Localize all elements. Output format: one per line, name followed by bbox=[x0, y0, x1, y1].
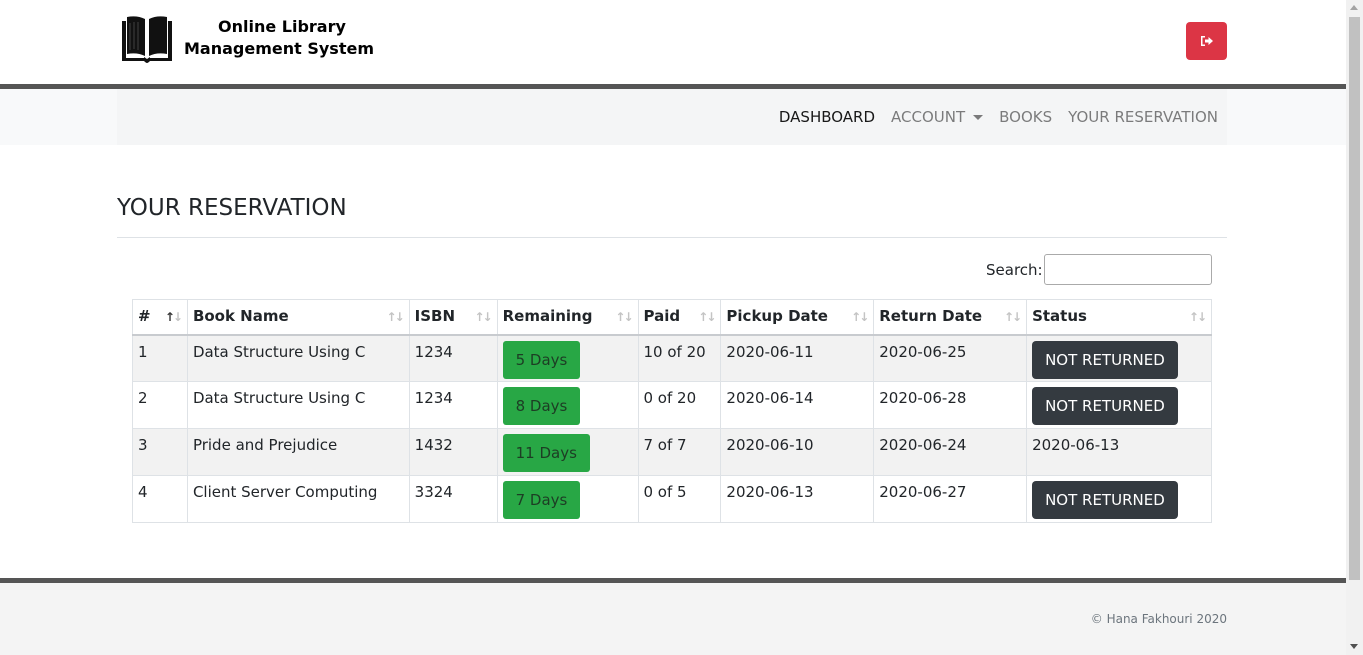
cell-isbn: 3324 bbox=[408, 475, 498, 523]
title-divider bbox=[117, 237, 1227, 238]
cell-number: 4 bbox=[132, 475, 188, 523]
cell-isbn: 1432 bbox=[408, 428, 498, 476]
table-row: 4 Client Server Computing 3324 7 Days 0 … bbox=[132, 475, 1212, 523]
cell-number: 3 bbox=[132, 428, 188, 476]
nav-account-label: ACCOUNT bbox=[891, 108, 966, 126]
brand-line-2: Management System bbox=[184, 39, 374, 58]
cell-paid: 10 of 20 bbox=[637, 334, 722, 382]
cell-pickup-date: 2020-06-11 bbox=[720, 334, 875, 382]
cell-paid: 7 of 7 bbox=[637, 428, 722, 476]
caret-down-icon bbox=[973, 114, 984, 120]
scroll-up-arrow-icon[interactable] bbox=[1350, 5, 1358, 10]
not-returned-button[interactable]: NOT RETURNED bbox=[1032, 387, 1178, 425]
sort-icon: ↑↓ bbox=[698, 310, 716, 324]
cell-pickup-date: 2020-06-13 bbox=[720, 475, 875, 523]
cell-status: NOT RETURNED bbox=[1026, 475, 1212, 523]
nav-your-reservation[interactable]: YOUR RESERVATION bbox=[1068, 108, 1218, 126]
col-header-isbn[interactable]: ISBN ↑↓ bbox=[408, 299, 498, 336]
copyright-text: © Hana Fakhouri 2020 bbox=[1090, 612, 1227, 626]
col-header-status[interactable]: Status ↑↓ bbox=[1026, 299, 1212, 336]
cell-status: NOT RETURNED bbox=[1026, 334, 1212, 382]
col-header-book-name[interactable]: Book Name ↑↓ bbox=[186, 299, 410, 336]
cell-return-date: 2020-06-28 bbox=[873, 381, 1028, 429]
search-label: Search: bbox=[986, 261, 1043, 279]
sort-icon: ↑↓ bbox=[851, 310, 869, 324]
cell-book-name: Data Structure Using C bbox=[186, 334, 410, 382]
col-header-return-date[interactable]: Return Date ↑↓ bbox=[873, 299, 1028, 336]
sign-out-icon bbox=[1200, 36, 1213, 46]
cell-status: 2020-06-13 bbox=[1026, 428, 1212, 476]
brand-title[interactable]: Online Library Management System bbox=[184, 16, 374, 60]
remaining-badge: 5 Days bbox=[502, 340, 581, 379]
nav-menu: DASHBOARD ACCOUNT BOOKS YOUR RESERVATION bbox=[779, 89, 1218, 145]
cell-return-date: 2020-06-25 bbox=[873, 334, 1028, 382]
scrollbar-thumb[interactable] bbox=[1349, 17, 1360, 580]
cell-pickup-date: 2020-06-14 bbox=[720, 381, 875, 429]
logout-button[interactable] bbox=[1186, 22, 1227, 60]
cell-remaining: 11 Days bbox=[496, 428, 639, 476]
cell-status: NOT RETURNED bbox=[1026, 381, 1212, 429]
sort-icon: ↑↓ bbox=[386, 310, 405, 324]
cell-remaining: 5 Days bbox=[496, 334, 639, 382]
sort-icon: ↑↓ bbox=[474, 310, 492, 324]
scroll-down-arrow-icon[interactable] bbox=[1350, 644, 1358, 649]
brand-line-1: Online Library bbox=[218, 17, 346, 36]
col-header-number[interactable]: # ↑↓ bbox=[132, 299, 188, 336]
cell-number: 2 bbox=[132, 381, 188, 429]
table-header-row: # ↑↓ Book Name ↑↓ ISBN ↑↓ Remaining ↑↓ Paid ↑… bbox=[132, 299, 1212, 336]
header: Online Library Management System bbox=[0, 0, 1346, 84]
cell-book-name: Pride and Prejudice bbox=[186, 428, 410, 476]
col-header-pickup-date[interactable]: Pickup Date ↑↓ bbox=[720, 299, 875, 336]
table-row: 1 Data Structure Using C 1234 5 Days 10 … bbox=[132, 334, 1212, 382]
cell-book-name: Client Server Computing bbox=[186, 475, 410, 523]
sort-icon: ↑↓ bbox=[1003, 310, 1022, 324]
nav-account-dropdown[interactable]: ACCOUNT bbox=[891, 108, 984, 126]
cell-return-date: 2020-06-24 bbox=[873, 428, 1028, 476]
table-row: 3 Pride and Prejudice 1432 11 Days 7 of … bbox=[132, 428, 1212, 476]
reservation-table: # ↑↓ Book Name ↑↓ ISBN ↑↓ Remaining ↑↓ Paid ↑… bbox=[132, 299, 1212, 523]
col-header-remaining[interactable]: Remaining ↑↓ bbox=[496, 299, 639, 336]
not-returned-button[interactable]: NOT RETURNED bbox=[1032, 340, 1178, 379]
not-returned-button[interactable]: NOT RETURNED bbox=[1032, 481, 1178, 519]
cell-remaining: 8 Days bbox=[496, 381, 639, 429]
cell-number: 1 bbox=[132, 334, 188, 382]
nav-books[interactable]: BOOKS bbox=[999, 108, 1052, 126]
book-icon bbox=[122, 16, 172, 63]
cell-remaining: 7 Days bbox=[496, 475, 639, 523]
cell-return-date: 2020-06-27 bbox=[873, 475, 1028, 523]
cell-paid: 0 of 20 bbox=[637, 381, 722, 429]
table-row: 2 Data Structure Using C 1234 8 Days 0 o… bbox=[132, 381, 1212, 429]
cell-paid: 0 of 5 bbox=[637, 475, 722, 523]
cell-pickup-date: 2020-06-10 bbox=[720, 428, 875, 476]
col-header-paid[interactable]: Paid ↑↓ bbox=[637, 299, 722, 336]
remaining-badge: 8 Days bbox=[502, 387, 581, 425]
sort-icon: ↑↓ bbox=[164, 310, 183, 324]
search-input[interactable] bbox=[1044, 254, 1212, 285]
nav-dashboard[interactable]: DASHBOARD bbox=[779, 108, 875, 126]
cell-isbn: 1234 bbox=[408, 334, 498, 382]
sort-icon: ↑↓ bbox=[615, 310, 633, 324]
remaining-badge: 7 Days bbox=[502, 481, 581, 519]
remaining-badge: 11 Days bbox=[502, 434, 590, 472]
sort-icon: ↑↓ bbox=[1188, 310, 1207, 324]
cell-book-name: Data Structure Using C bbox=[186, 381, 410, 429]
page-title: YOUR RESERVATION bbox=[117, 195, 347, 221]
cell-isbn: 1234 bbox=[408, 381, 498, 429]
